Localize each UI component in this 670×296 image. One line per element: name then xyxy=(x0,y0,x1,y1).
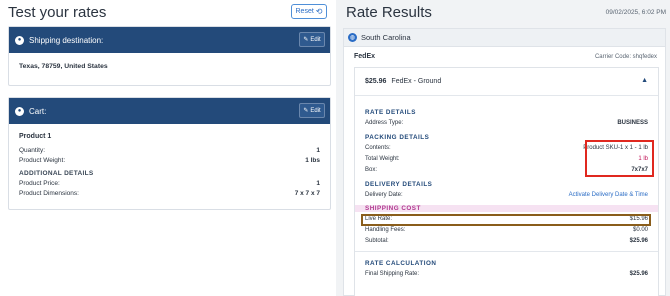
rate-price: $25.96 xyxy=(365,78,387,85)
detail-row: Address Type: BUSINESS xyxy=(365,120,648,126)
pencil-icon: ✎ xyxy=(303,108,309,114)
cart-row: Product Price: 1 xyxy=(19,180,320,187)
globe-icon: ◍ xyxy=(348,33,357,42)
edit-shipping-button[interactable]: ✎ Edit xyxy=(299,32,325,47)
product-name: Product 1 xyxy=(19,133,52,140)
cart-icon: ● xyxy=(15,106,24,116)
rate-details-heading: RATE DETAILS xyxy=(365,109,416,116)
rate-results-title: Rate Results xyxy=(346,4,432,21)
activate-delivery-link[interactable]: Activate Delivery Date & Time xyxy=(569,191,648,199)
rate-details: RATE DETAILS Address Type: BUSINESS PACK… xyxy=(355,96,658,278)
carrier-row: FedEx Carrier Code: shqfedex xyxy=(344,47,665,65)
carrier-code: Carrier Code: shqfedex xyxy=(594,54,657,60)
page-title: Test your rates xyxy=(8,4,107,21)
annotation-box-gold xyxy=(361,214,651,226)
location-pin-icon: ● xyxy=(15,35,24,45)
shipping-cost-heading: SHIPPING COST xyxy=(365,205,421,212)
reset-button[interactable]: Reset ⟲ xyxy=(291,4,327,19)
divider xyxy=(355,251,658,252)
carrier-name: FedEx xyxy=(354,53,376,60)
refresh-icon: ⟲ xyxy=(315,7,323,16)
timestamp: 09/02/2025, 6:02 PM xyxy=(605,9,666,16)
cart-card: ● Cart: ✎ Edit Product 1 Quantity: 1 Pro… xyxy=(8,97,331,210)
detail-row: Delivery Date: Activate Delivery Date & … xyxy=(365,191,648,199)
rate-service: FedEx - Ground xyxy=(391,78,442,85)
caret-up-icon[interactable]: ▲ xyxy=(641,77,648,84)
shipping-cost-section: SHIPPING COST xyxy=(355,205,658,212)
cart-row: Product Dimensions: 7 x 7 x 7 xyxy=(19,190,320,197)
test-rates-panel: Test your rates Reset ⟲ ● Shipping desti… xyxy=(0,0,336,296)
shipping-address: Texas, 78759, United States xyxy=(19,63,108,70)
rate-calculation-heading: RATE CALCULATION xyxy=(365,260,437,267)
detail-row: Final Shipping Rate: $25.96 xyxy=(365,271,648,277)
delivery-details-heading: DELIVERY DETAILS xyxy=(365,181,433,188)
state-bar: ◍ South Carolina xyxy=(344,29,665,47)
detail-row: Subtotal: $25.96 xyxy=(365,238,648,244)
pencil-icon: ✎ xyxy=(303,37,309,43)
edit-cart-button[interactable]: ✎ Edit xyxy=(299,103,325,118)
rate-box: $25.96 FedEx - Ground ▲ RATE DETAILS Add… xyxy=(354,67,659,296)
annotation-box-red xyxy=(585,140,654,177)
cart-row: Product Weight: 1 lbs xyxy=(19,157,320,164)
shipping-destination-card: ● Shipping destination: ✎ Edit Texas, 78… xyxy=(8,26,331,86)
cart-header: ● Cart: ✎ Edit xyxy=(9,98,330,124)
shipping-destination-header: ● Shipping destination: ✎ Edit xyxy=(9,27,330,53)
rate-summary-toggle[interactable]: $25.96 FedEx - Ground ▲ xyxy=(355,68,658,96)
detail-row: Handling Fees: $0.00 xyxy=(365,227,648,233)
cart-row: Quantity: 1 xyxy=(19,147,320,154)
additional-details-heading: ADDITIONAL DETAILS xyxy=(19,170,94,177)
